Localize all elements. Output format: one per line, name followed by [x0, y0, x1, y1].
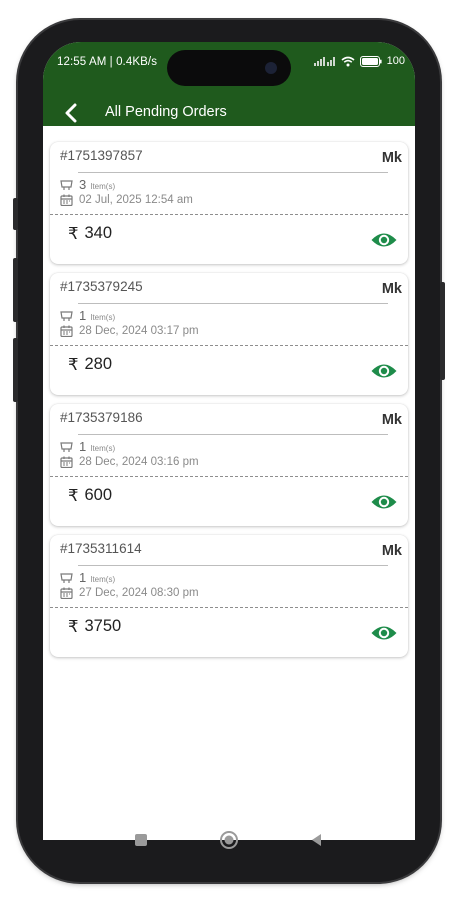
- card-divider: [78, 303, 388, 304]
- items-label: Item(s): [90, 181, 116, 191]
- order-id: #1735379245: [60, 279, 143, 294]
- basket-icon: [60, 441, 73, 452]
- items-label: Item(s): [90, 443, 116, 453]
- battery-icon: [359, 55, 382, 67]
- order-amount: ₹ 340: [68, 224, 112, 244]
- view-order-button[interactable]: [370, 492, 398, 512]
- side-button-power: [440, 282, 445, 380]
- items-count: 1: [79, 308, 87, 323]
- order-customer: Mk: [381, 543, 402, 559]
- calendar-icon: [60, 587, 73, 599]
- items-label: Item(s): [90, 312, 116, 322]
- amount-value: 3750: [84, 617, 122, 635]
- currency-symbol: ₹: [68, 356, 79, 374]
- status-icons: 100: [313, 55, 405, 67]
- dynamic-island: [167, 50, 291, 86]
- order-id: #1751397857: [60, 148, 143, 163]
- items-label: Item(s): [90, 574, 116, 584]
- currency-symbol: ₹: [68, 225, 79, 243]
- card-divider: [78, 565, 388, 566]
- phone-screen: 12:55 AM | 0.4KB/s 100 All Pending Order…: [43, 42, 415, 840]
- order-date-row: 27 Dec, 2024 08:30 pm: [60, 587, 199, 599]
- battery-level: 100: [386, 55, 405, 67]
- order-amount: ₹ 600: [68, 486, 112, 506]
- triangle-icon[interactable]: [310, 833, 324, 847]
- items-count: 3: [79, 177, 87, 192]
- card-dashed-separator: [50, 345, 408, 346]
- calendar-icon: [60, 456, 73, 468]
- amount-value: 340: [84, 224, 113, 242]
- card-dashed-separator: [50, 476, 408, 477]
- eye-icon: [371, 364, 397, 378]
- order-date-row: 28 Dec, 2024 03:16 pm: [60, 456, 199, 468]
- card-divider: [78, 434, 388, 435]
- items-count: 1: [79, 439, 87, 454]
- order-items-row: 1 Item(s): [60, 308, 115, 323]
- eye-icon: [371, 495, 397, 509]
- currency-symbol: ₹: [68, 487, 79, 505]
- order-items-row: 3 Item(s): [60, 177, 115, 192]
- order-items-row: 1 Item(s): [60, 439, 115, 454]
- page-title: All Pending Orders: [105, 104, 227, 120]
- app-bar: All Pending Orders: [43, 100, 415, 126]
- arrow-left-icon: [65, 103, 77, 123]
- wifi-icon: [341, 56, 355, 66]
- status-time: 12:55 AM | 0.4KB/s: [57, 56, 158, 68]
- order-items-row: 1 Item(s): [60, 570, 115, 585]
- amount-value: 280: [84, 355, 113, 373]
- order-date-row: 28 Dec, 2024 03:17 pm: [60, 325, 199, 337]
- order-date: 02 Jul, 2025 12:54 am: [79, 194, 193, 206]
- side-button-volume-down: [13, 338, 18, 402]
- order-customer: Mk: [381, 150, 402, 166]
- eye-icon: [371, 233, 397, 247]
- currency-symbol: ₹: [68, 618, 79, 636]
- order-amount: ₹ 3750: [68, 617, 121, 637]
- order-card[interactable]: #1735379186 Mk 1 Item(s) 28 Dec, 2024 03…: [50, 404, 408, 526]
- card-divider: [78, 172, 388, 173]
- order-date: 28 Dec, 2024 03:17 pm: [79, 325, 199, 337]
- basket-icon: [60, 179, 73, 190]
- card-dashed-separator: [50, 607, 408, 608]
- order-amount: ₹ 280: [68, 355, 112, 375]
- order-date: 28 Dec, 2024 03:16 pm: [79, 456, 199, 468]
- camera-icon: [265, 62, 277, 74]
- side-button-action: [13, 198, 18, 230]
- order-customer: Mk: [381, 412, 402, 428]
- basket-icon: [60, 572, 73, 583]
- order-customer: Mk: [381, 281, 402, 297]
- circle-icon[interactable]: [219, 830, 239, 850]
- order-date-row: 02 Jul, 2025 12:54 am: [60, 194, 193, 206]
- square-icon[interactable]: [134, 833, 148, 847]
- phone-frame: 12:55 AM | 0.4KB/s 100 All Pending Order…: [13, 20, 445, 882]
- order-date: 27 Dec, 2024 08:30 pm: [79, 587, 199, 599]
- items-count: 1: [79, 570, 87, 585]
- view-order-button[interactable]: [370, 623, 398, 643]
- card-dashed-separator: [50, 214, 408, 215]
- eye-icon: [371, 626, 397, 640]
- signal-icon: [313, 57, 335, 66]
- order-card[interactable]: #1751397857 Mk 3 Item(s) 02 Jul, 2025 12…: [50, 142, 408, 264]
- order-card[interactable]: #1735311614 Mk 1 Item(s) 27 Dec, 2024 08…: [50, 535, 408, 657]
- order-card[interactable]: #1735379245 Mk 1 Item(s) 28 Dec, 2024 03…: [50, 273, 408, 395]
- view-order-button[interactable]: [370, 361, 398, 381]
- calendar-icon: [60, 325, 73, 337]
- basket-icon: [60, 310, 73, 321]
- system-nav-bar: [43, 820, 415, 860]
- calendar-icon: [60, 194, 73, 206]
- orders-list: #1751397857 Mk 3 Item(s) 02 Jul, 2025 12…: [50, 142, 408, 666]
- order-id: #1735311614: [60, 541, 142, 556]
- view-order-button[interactable]: [370, 230, 398, 250]
- order-id: #1735379186: [60, 410, 143, 425]
- amount-value: 600: [84, 486, 113, 504]
- side-button-volume-up: [13, 258, 18, 322]
- back-button[interactable]: [58, 100, 84, 126]
